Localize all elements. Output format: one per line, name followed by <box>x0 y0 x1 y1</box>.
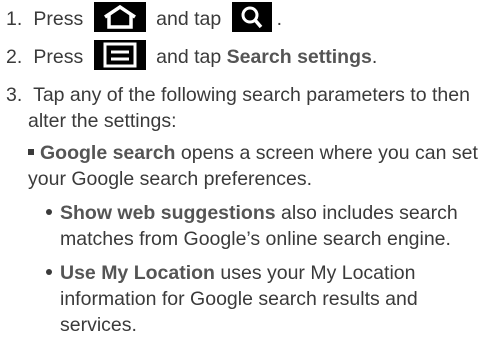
step-text: Press <box>33 46 84 68</box>
google-search-label: Google search <box>40 142 176 164</box>
step-text: alter the settings: <box>28 110 177 132</box>
bullet-continued: matches from Google’s online search engi… <box>60 226 451 252</box>
step-3: 3. Tap any of the following search param… <box>6 82 470 108</box>
step-2: 2. Press and tap Search settings. <box>6 39 378 70</box>
show-web-suggestions-label: Show web suggestions <box>60 202 276 224</box>
sub-item-continued: your Google search preferences. <box>28 166 312 192</box>
step-text: and tap <box>156 8 222 30</box>
bullet-show-web-suggestions: Show web suggestions also includes searc… <box>46 200 458 226</box>
step-text: Tap any of the following search paramete… <box>33 84 470 106</box>
manual-page: 1. Press and tap . 2. Press and tap Sear… <box>0 0 487 336</box>
step-text: Press <box>33 8 84 30</box>
search-icon <box>231 1 272 32</box>
bullet-text: also includes search <box>281 202 458 224</box>
search-settings-label: Search settings <box>226 46 372 68</box>
step-1: 1. Press and tap . <box>6 1 283 32</box>
use-my-location-label: Use My Location <box>60 262 215 284</box>
bullet-continued: services. <box>60 312 137 338</box>
bullet-use-my-location: Use My Location uses your My Location <box>46 260 415 286</box>
square-bullet-icon <box>28 149 34 156</box>
bullet-text: services. <box>60 314 137 336</box>
step-text: . <box>371 46 378 68</box>
step-3-continued: alter the settings: <box>28 108 177 134</box>
menu-icon <box>93 39 146 70</box>
dot-bullet-icon <box>46 209 52 216</box>
step-text: and tap <box>156 46 222 68</box>
step-text: . <box>276 8 283 30</box>
home-icon <box>93 1 146 32</box>
sub-item-google-search: Google search opens a screen where you c… <box>28 140 478 166</box>
dot-bullet-icon <box>46 269 52 276</box>
sub-text: opens a screen where you can set <box>180 142 478 164</box>
bullet-text: matches from Google’s online search engi… <box>60 228 451 250</box>
sub-text: your Google search preferences. <box>28 168 312 190</box>
step-number: 3. <box>6 84 23 106</box>
bullet-text: information for Google search results an… <box>60 288 418 310</box>
bullet-continued: information for Google search results an… <box>60 286 418 312</box>
step-number: 1. <box>6 8 23 30</box>
step-number: 2. <box>6 46 23 68</box>
bullet-text: uses your My Location <box>220 262 416 284</box>
